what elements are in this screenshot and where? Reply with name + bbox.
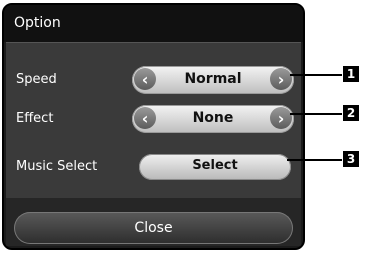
- effect-label: Effect: [16, 111, 54, 126]
- dialog-footer: Close: [6, 198, 301, 246]
- callout-number-3: 3: [343, 151, 359, 167]
- speed-value: Normal: [184, 71, 242, 87]
- callout-line-1: [290, 74, 342, 76]
- music-select-label: Music Select: [16, 159, 98, 174]
- effect-selector[interactable]: ‹ None ›: [132, 105, 294, 133]
- close-button-label: Close: [134, 220, 173, 236]
- callout-line-2: [290, 113, 342, 115]
- effect-value: None: [192, 110, 234, 126]
- close-button[interactable]: Close: [14, 212, 293, 244]
- option-dialog: Option Speed ‹ Normal › Effect ‹ None › …: [2, 3, 305, 250]
- music-select-button[interactable]: Select: [139, 154, 291, 180]
- dialog-title-bar: Option: [4, 5, 303, 42]
- options-panel: Speed ‹ Normal › Effect ‹ None › Music S…: [6, 42, 301, 198]
- effect-left-arrow-icon[interactable]: ‹: [134, 107, 156, 129]
- dialog-title: Option: [14, 15, 61, 31]
- effect-right-arrow-icon[interactable]: ›: [270, 107, 292, 129]
- callout-line-3: [287, 159, 342, 161]
- callout-number-1: 1: [343, 66, 359, 82]
- speed-label: Speed: [16, 72, 57, 87]
- music-select-button-label: Select: [192, 158, 238, 173]
- speed-selector[interactable]: ‹ Normal ›: [132, 66, 294, 94]
- speed-left-arrow-icon[interactable]: ‹: [134, 68, 156, 90]
- callout-number-2: 2: [343, 105, 359, 121]
- speed-right-arrow-icon[interactable]: ›: [270, 68, 292, 90]
